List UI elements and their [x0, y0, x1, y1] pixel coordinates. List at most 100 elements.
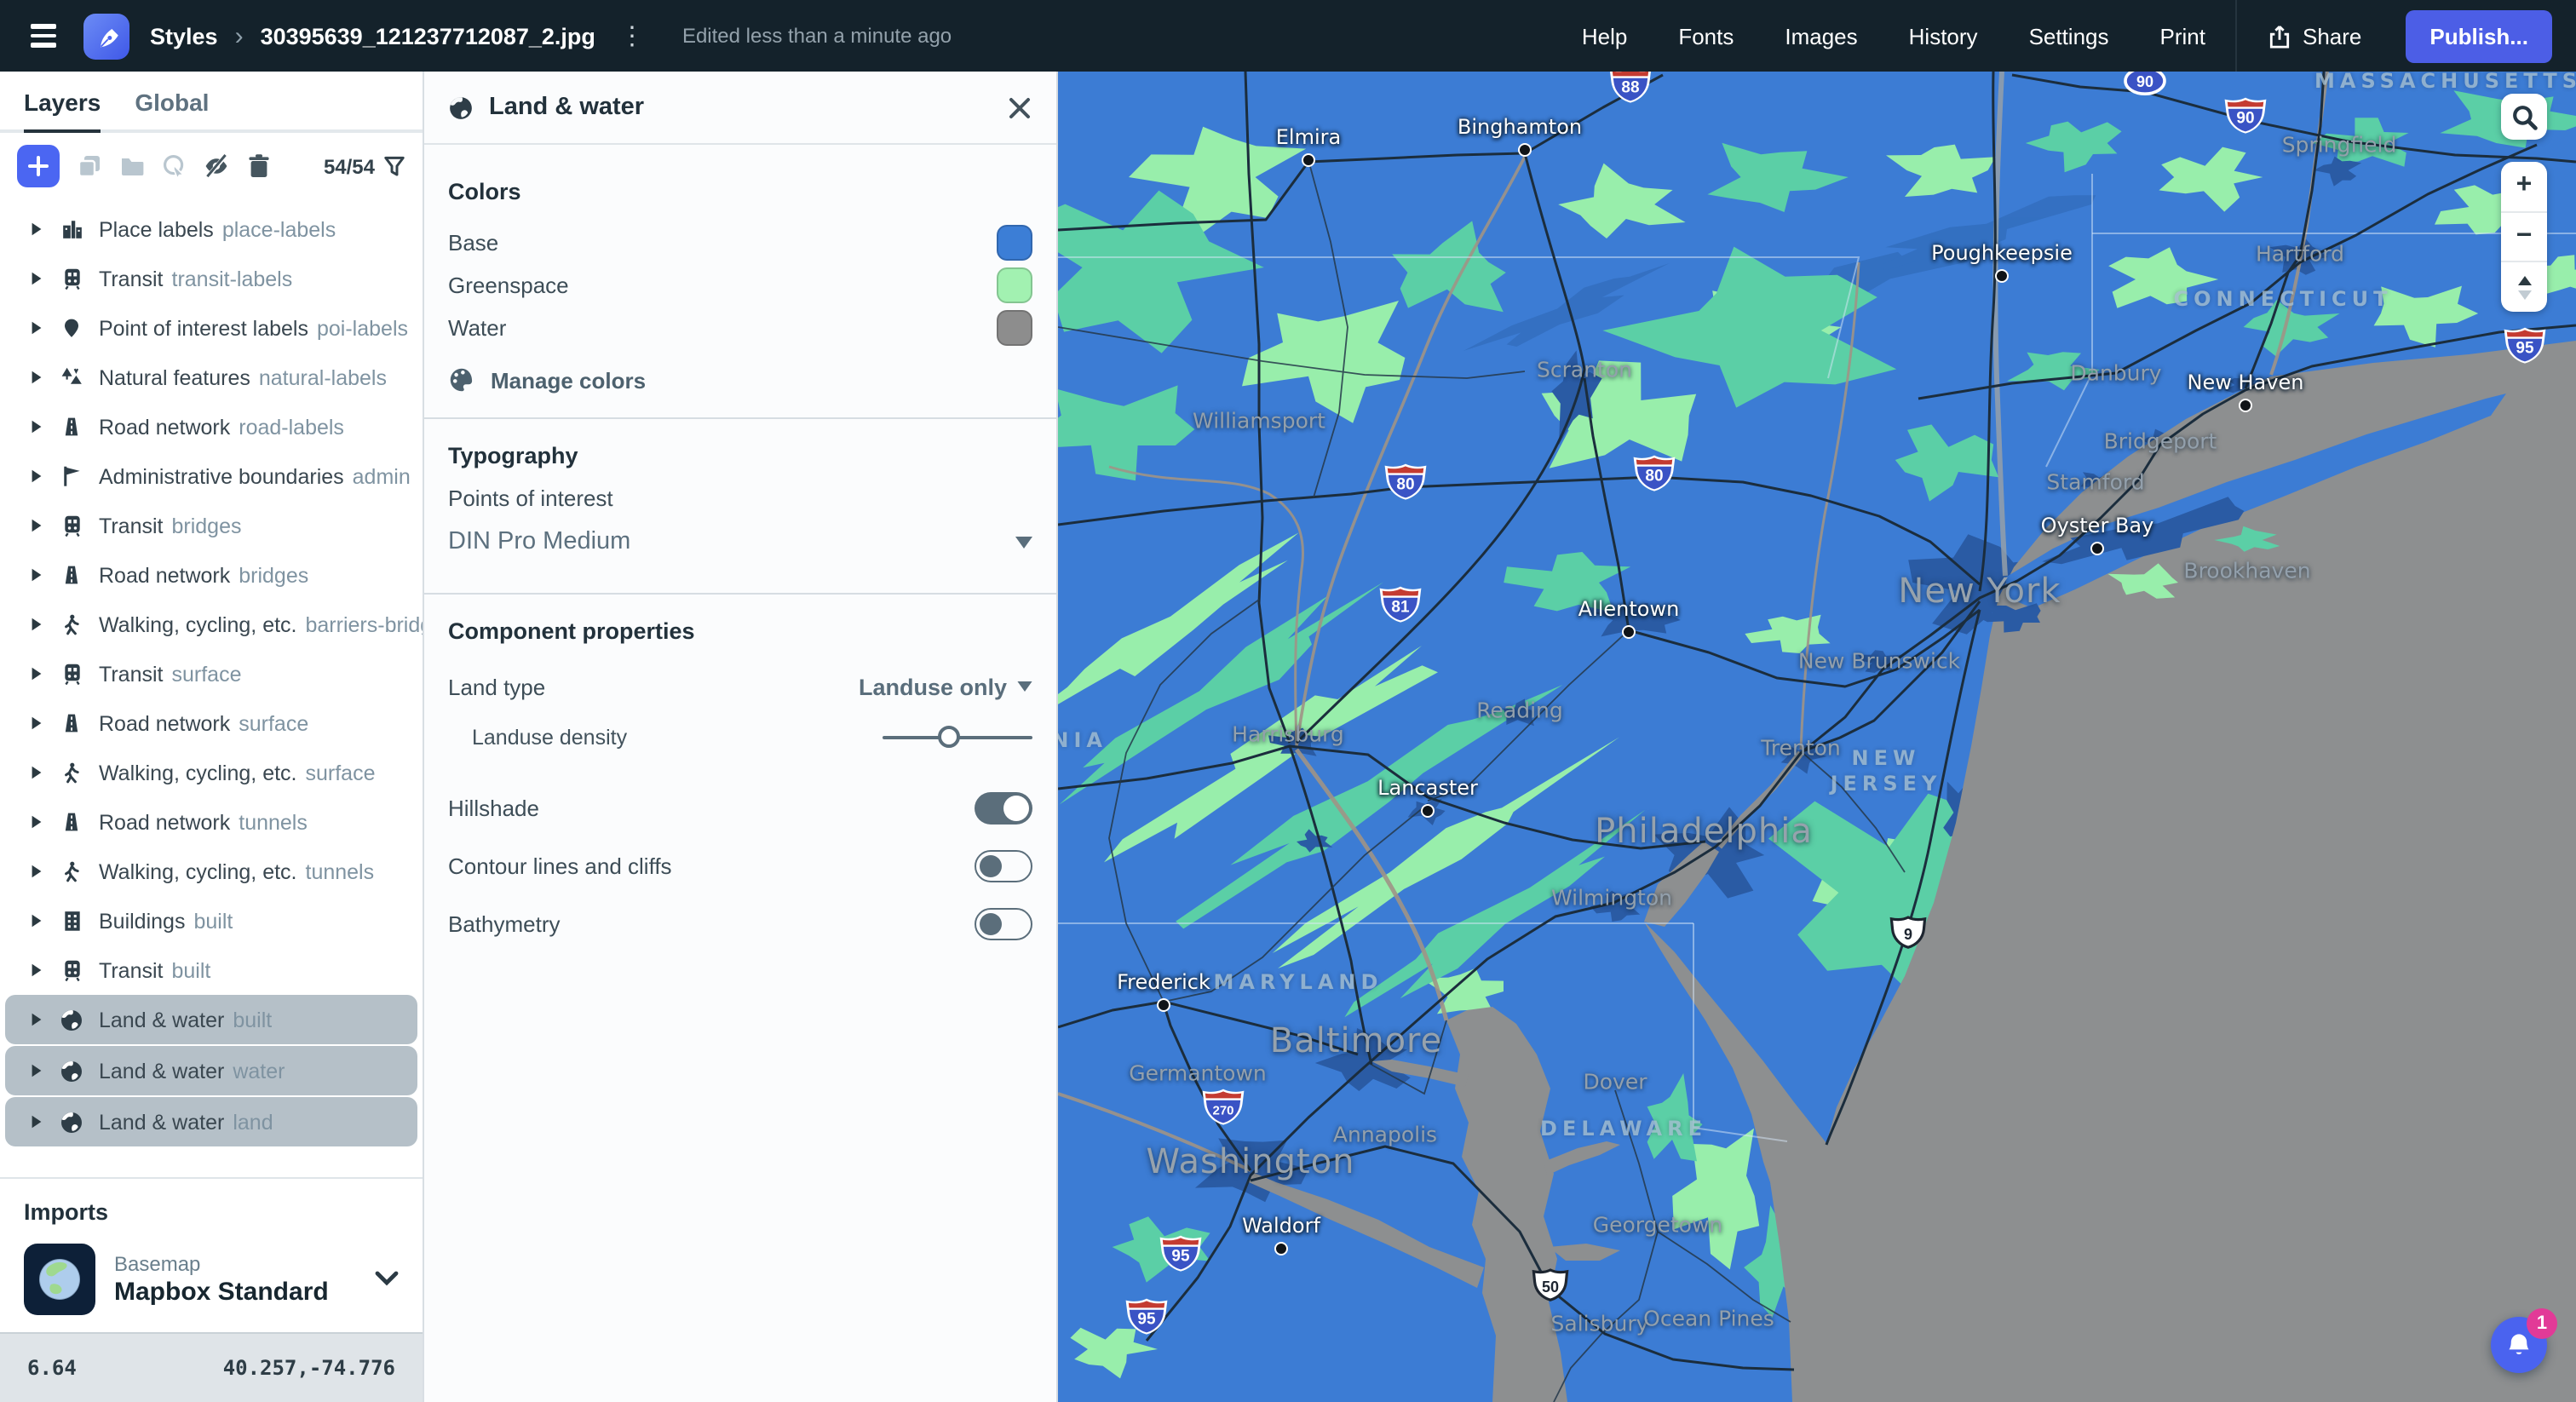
bathymetry-label: Bathymetry — [448, 911, 561, 937]
breadcrumb-styles[interactable]: Styles — [150, 23, 218, 49]
expand-caret-icon[interactable] — [29, 1062, 46, 1079]
menu-icon[interactable] — [24, 18, 63, 54]
map-place-label: Scranton — [1537, 356, 1632, 382]
land-water-panel: Land & water Colors Base Greenspace Wate… — [424, 72, 1058, 1402]
expand-caret-icon[interactable] — [29, 418, 46, 435]
delete-layer-trash-icon[interactable] — [245, 152, 273, 180]
greenspace-color-swatch[interactable] — [997, 267, 1032, 303]
filter-funnel-icon[interactable] — [383, 155, 405, 177]
pitch-arrows-icon — [2516, 275, 2533, 299]
layer-row[interactable]: Walking, cycling, etc.barriers-bridges — [5, 600, 417, 649]
land-type-select[interactable]: Landuse only — [859, 674, 1032, 699]
layer-row[interactable]: Natural featuresnatural-labels — [5, 353, 417, 402]
water-color-swatch[interactable] — [997, 310, 1032, 346]
map-place-label: Salisbury — [1551, 1310, 1649, 1336]
mapbox-studio-logo[interactable] — [83, 13, 129, 59]
duplicate-layer-icon[interactable] — [75, 152, 102, 180]
expand-caret-icon[interactable] — [29, 270, 46, 287]
landuse-density-slider[interactable] — [883, 726, 1032, 750]
layer-row[interactable]: Walking, cycling, etc.surface — [5, 748, 417, 797]
manage-colors-button[interactable]: Manage colors — [448, 366, 1032, 394]
map-canvas[interactable]: ElmiraBinghamtonPoughkeepsieNew HavenOys… — [1058, 72, 2576, 1402]
hillshade-toggle[interactable] — [975, 792, 1032, 825]
expand-caret-icon[interactable] — [29, 468, 46, 485]
layer-row[interactable]: Place labelsplace-labels — [5, 204, 417, 254]
tab-layers[interactable]: Layers — [24, 72, 101, 133]
font-select[interactable]: DIN Pro Medium — [448, 525, 1032, 579]
layer-name: Road network — [99, 415, 230, 439]
map-place-label: Harrisburg — [1232, 721, 1344, 747]
svg-text:90: 90 — [2136, 73, 2153, 90]
layer-row-selected[interactable]: Land & waterwater — [5, 1046, 417, 1095]
base-color-swatch[interactable] — [997, 225, 1032, 261]
layer-row[interactable]: Road networksurface — [5, 698, 417, 748]
expand-caret-icon[interactable] — [29, 715, 46, 732]
layer-row[interactable]: Road networktunnels — [5, 797, 417, 847]
publish-button[interactable]: Publish... — [2406, 9, 2552, 62]
expand-caret-icon[interactable] — [29, 319, 46, 336]
expand-caret-icon[interactable] — [29, 912, 46, 929]
share-button[interactable]: Share — [2240, 23, 2389, 49]
map-search-button[interactable] — [2501, 94, 2547, 140]
style-options-kebab-icon[interactable]: ⋮ — [616, 23, 648, 49]
road-icon — [60, 563, 83, 587]
expand-caret-icon[interactable] — [29, 517, 46, 534]
expand-caret-icon[interactable] — [29, 616, 46, 633]
layer-row[interactable]: Transittransit-labels — [5, 254, 417, 303]
expand-caret-icon[interactable] — [29, 813, 46, 830]
expand-caret-icon[interactable] — [29, 863, 46, 880]
contour-lines-toggle[interactable] — [975, 850, 1032, 882]
layer-row[interactable]: Road networkbridges — [5, 550, 417, 600]
zoom-in-button[interactable]: + — [2501, 162, 2547, 210]
road-icon — [60, 810, 83, 834]
map-place-label: Oyster Bay — [2041, 514, 2154, 539]
basemap-import-card[interactable]: Basemap Mapbox Standard — [24, 1244, 399, 1315]
layer-row-selected[interactable]: Land & waterland — [5, 1097, 417, 1146]
layer-name: Transit — [99, 958, 164, 982]
expand-caret-icon[interactable] — [29, 221, 46, 238]
expand-caret-icon[interactable] — [29, 962, 46, 979]
building-icon — [60, 909, 83, 933]
bathymetry-toggle[interactable] — [975, 908, 1032, 940]
map-place-label: Trenton — [1761, 734, 1841, 761]
layer-row[interactable]: Road networkroad-labels — [5, 402, 417, 451]
tab-global[interactable]: Global — [135, 72, 209, 129]
map-place-label: Wilmington — [1551, 884, 1672, 911]
chevron-down-icon[interactable] — [375, 1264, 399, 1295]
nav-history[interactable]: History — [1883, 23, 2004, 49]
slider-thumb[interactable] — [937, 726, 959, 748]
layer-row[interactable]: Transitbuilt — [5, 945, 417, 995]
layer-row[interactable]: Transitsurface — [5, 649, 417, 698]
notifications-bell-button[interactable]: 1 — [2491, 1317, 2547, 1373]
nav-fonts[interactable]: Fonts — [1653, 23, 1759, 49]
expand-caret-icon[interactable] — [29, 665, 46, 682]
select-layer-icon[interactable] — [160, 152, 187, 180]
layer-row[interactable]: Administrative boundariesadmin — [5, 451, 417, 501]
expand-caret-icon[interactable] — [29, 369, 46, 386]
group-layers-folder-icon[interactable] — [118, 152, 145, 180]
close-icon[interactable] — [1007, 95, 1032, 120]
expand-caret-icon[interactable] — [29, 1011, 46, 1028]
nav-images[interactable]: Images — [1759, 23, 1883, 49]
import-name: Mapbox Standard — [114, 1278, 329, 1307]
interstate-shield-95: 95 — [2503, 326, 2547, 372]
nav-print[interactable]: Print — [2135, 23, 2231, 49]
layer-row-selected[interactable]: Land & waterbuilt — [5, 995, 417, 1044]
expand-caret-icon[interactable] — [29, 764, 46, 781]
zoom-out-button[interactable]: − — [2501, 210, 2547, 261]
pitch-toggle-button[interactable] — [2501, 261, 2547, 312]
layer-row[interactable]: Point of interest labelspoi-labels — [5, 303, 417, 353]
layer-suffix: poi-labels — [317, 316, 408, 340]
expand-caret-icon[interactable] — [29, 1113, 46, 1130]
add-layer-button[interactable] — [17, 145, 60, 187]
nav-settings[interactable]: Settings — [2004, 23, 2135, 49]
layer-row[interactable]: Walking, cycling, etc.tunnels — [5, 847, 417, 896]
layer-row[interactable]: Transitbridges — [5, 501, 417, 550]
layer-suffix: surface — [172, 662, 242, 686]
style-file-name[interactable]: 30395639_121237712087_2.jpg — [261, 23, 595, 49]
hide-layer-eye-off-icon[interactable] — [203, 152, 230, 180]
map-place-label: Waldorf — [1242, 1214, 1320, 1239]
layer-row[interactable]: Buildingsbuilt — [5, 896, 417, 945]
expand-caret-icon[interactable] — [29, 566, 46, 583]
nav-help[interactable]: Help — [1556, 23, 1653, 49]
